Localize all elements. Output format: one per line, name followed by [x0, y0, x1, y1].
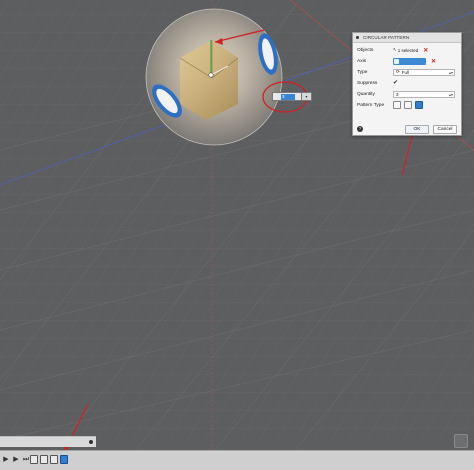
- ok-button[interactable]: OK: [405, 124, 429, 134]
- type-label: Type: [357, 69, 368, 75]
- timeline-feature-circular-pattern-icon[interactable]: [60, 455, 68, 464]
- clear-objects-icon[interactable]: ✕: [423, 47, 428, 54]
- objects-row: Objects ↖ 1 selected ✕: [357, 45, 459, 55]
- circular-pattern-dialog: CIRCULAR PATTERN Objects ↖ 1 selected ✕ …: [352, 32, 462, 136]
- quantity-spinner-icon[interactable]: ▴▾: [449, 92, 453, 97]
- axis-row: Axis ✕: [357, 56, 459, 66]
- type-value: Full: [401, 69, 410, 75]
- objects-label: Objects: [357, 47, 374, 53]
- pattern-type-row: Pattern Type: [357, 100, 459, 110]
- pattern-type-option-1[interactable]: [393, 101, 401, 109]
- panel-options-dot-icon[interactable]: [89, 440, 93, 444]
- inline-quantity-dropdown-icon[interactable]: ▾: [302, 91, 312, 101]
- collapse-dot-icon[interactable]: [356, 36, 359, 39]
- timeline-feature-extrude-icon[interactable]: [40, 455, 48, 464]
- cursor-select-icon: ↖: [393, 47, 397, 52]
- timeline-feature-sketch-icon[interactable]: [30, 455, 38, 464]
- inline-quantity-input[interactable]: 3 ▾: [272, 91, 318, 101]
- inline-quantity-value[interactable]: 3: [281, 93, 295, 100]
- pattern-type-option-3-selected[interactable]: [415, 101, 423, 109]
- timeline-end-icon[interactable]: ⏭: [22, 455, 30, 465]
- objects-value: 1 selected: [397, 47, 419, 53]
- objects-selection[interactable]: ↖ 1 selected: [393, 47, 418, 53]
- axis-label: Axis: [357, 58, 367, 64]
- navigation-cube-icon[interactable]: [454, 434, 468, 448]
- clear-axis-icon[interactable]: ✕: [431, 58, 436, 65]
- sphere-body[interactable]: [145, 8, 283, 146]
- quantity-input[interactable]: 3 ▴▾: [393, 90, 455, 98]
- timeline-bar: ▶ ▶ ⏭: [0, 450, 474, 470]
- suppress-checkmark-icon[interactable]: ✔: [393, 80, 400, 87]
- axis-select-icon: [394, 58, 399, 64]
- timeline-play-icon[interactable]: ▶: [2, 455, 10, 465]
- quantity-label: Quantity: [357, 91, 375, 97]
- quantity-row: Quantity 3 ▴▾: [357, 89, 459, 99]
- pattern-type-option-2[interactable]: [404, 101, 412, 109]
- browser-panel-strip[interactable]: [0, 436, 96, 447]
- suppress-label: Suppress: [357, 80, 378, 86]
- dialog-footer: ? OK Cancel: [353, 123, 461, 135]
- cancel-button[interactable]: Cancel: [433, 124, 457, 134]
- type-row: Type ⟳ Full ▴▾: [357, 67, 459, 77]
- help-icon[interactable]: ?: [357, 126, 363, 132]
- dialog-header: CIRCULAR PATTERN: [353, 33, 461, 43]
- quantity-value[interactable]: 3: [396, 92, 399, 97]
- pattern-type-label: Pattern Type: [357, 102, 385, 108]
- dropdown-caret-icon: ▴▾: [448, 69, 453, 75]
- timeline-feature-hole-icon[interactable]: [50, 455, 58, 464]
- pattern-type-icon: ⟳: [396, 69, 400, 74]
- axis-selection[interactable]: [393, 57, 426, 65]
- suppress-row: Suppress ✔: [357, 78, 459, 88]
- timeline-next-icon[interactable]: ▶: [12, 455, 20, 465]
- type-dropdown[interactable]: ⟳ Full ▴▾: [393, 68, 455, 76]
- inline-quantity-field[interactable]: 3: [272, 91, 302, 101]
- dialog-title: CIRCULAR PATTERN: [363, 35, 410, 40]
